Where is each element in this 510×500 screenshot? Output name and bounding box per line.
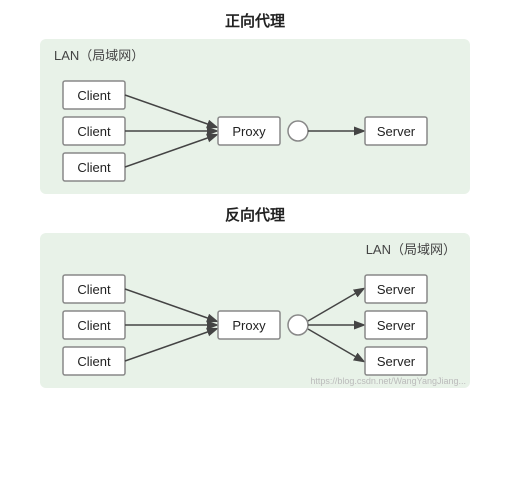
forward-proxy-diagram: LAN（局域网） Client Client Client [40,39,470,194]
svg-text:Proxy: Proxy [232,318,266,333]
forward-proxy-title: 正向代理 [225,10,285,31]
forward-lan-label: LAN（局域网） [54,45,144,64]
svg-text:Client: Client [77,318,111,333]
reverse-proxy-diagram: LAN（局域网） Client Client Client Proxy [40,233,470,388]
reverse-proxy-section: 反向代理 LAN（局域网） Client Client Client [20,204,490,388]
forward-proxy-section: 正向代理 LAN（局域网） Client Client Client [20,10,490,194]
svg-text:Client: Client [77,124,111,139]
watermark: https://blog.csdn.net/WangYangJiang... [310,376,466,386]
svg-text:Server: Server [377,124,416,139]
svg-text:Client: Client [77,354,111,369]
forward-proxy-svg: Client Client Client Proxy [58,71,453,191]
page: 正向代理 LAN（局域网） Client Client Client [0,0,510,500]
reverse-proxy-title: 反向代理 [225,204,285,225]
svg-text:Server: Server [377,282,416,297]
svg-text:Client: Client [77,282,111,297]
svg-text:Proxy: Proxy [232,124,266,139]
svg-text:Client: Client [77,88,111,103]
reverse-lan-label: LAN（局域网） [366,239,456,258]
svg-text:Server: Server [377,318,416,333]
svg-text:Client: Client [77,160,111,175]
reverse-proxy-svg: Client Client Client Proxy [58,265,453,385]
svg-text:Server: Server [377,354,416,369]
